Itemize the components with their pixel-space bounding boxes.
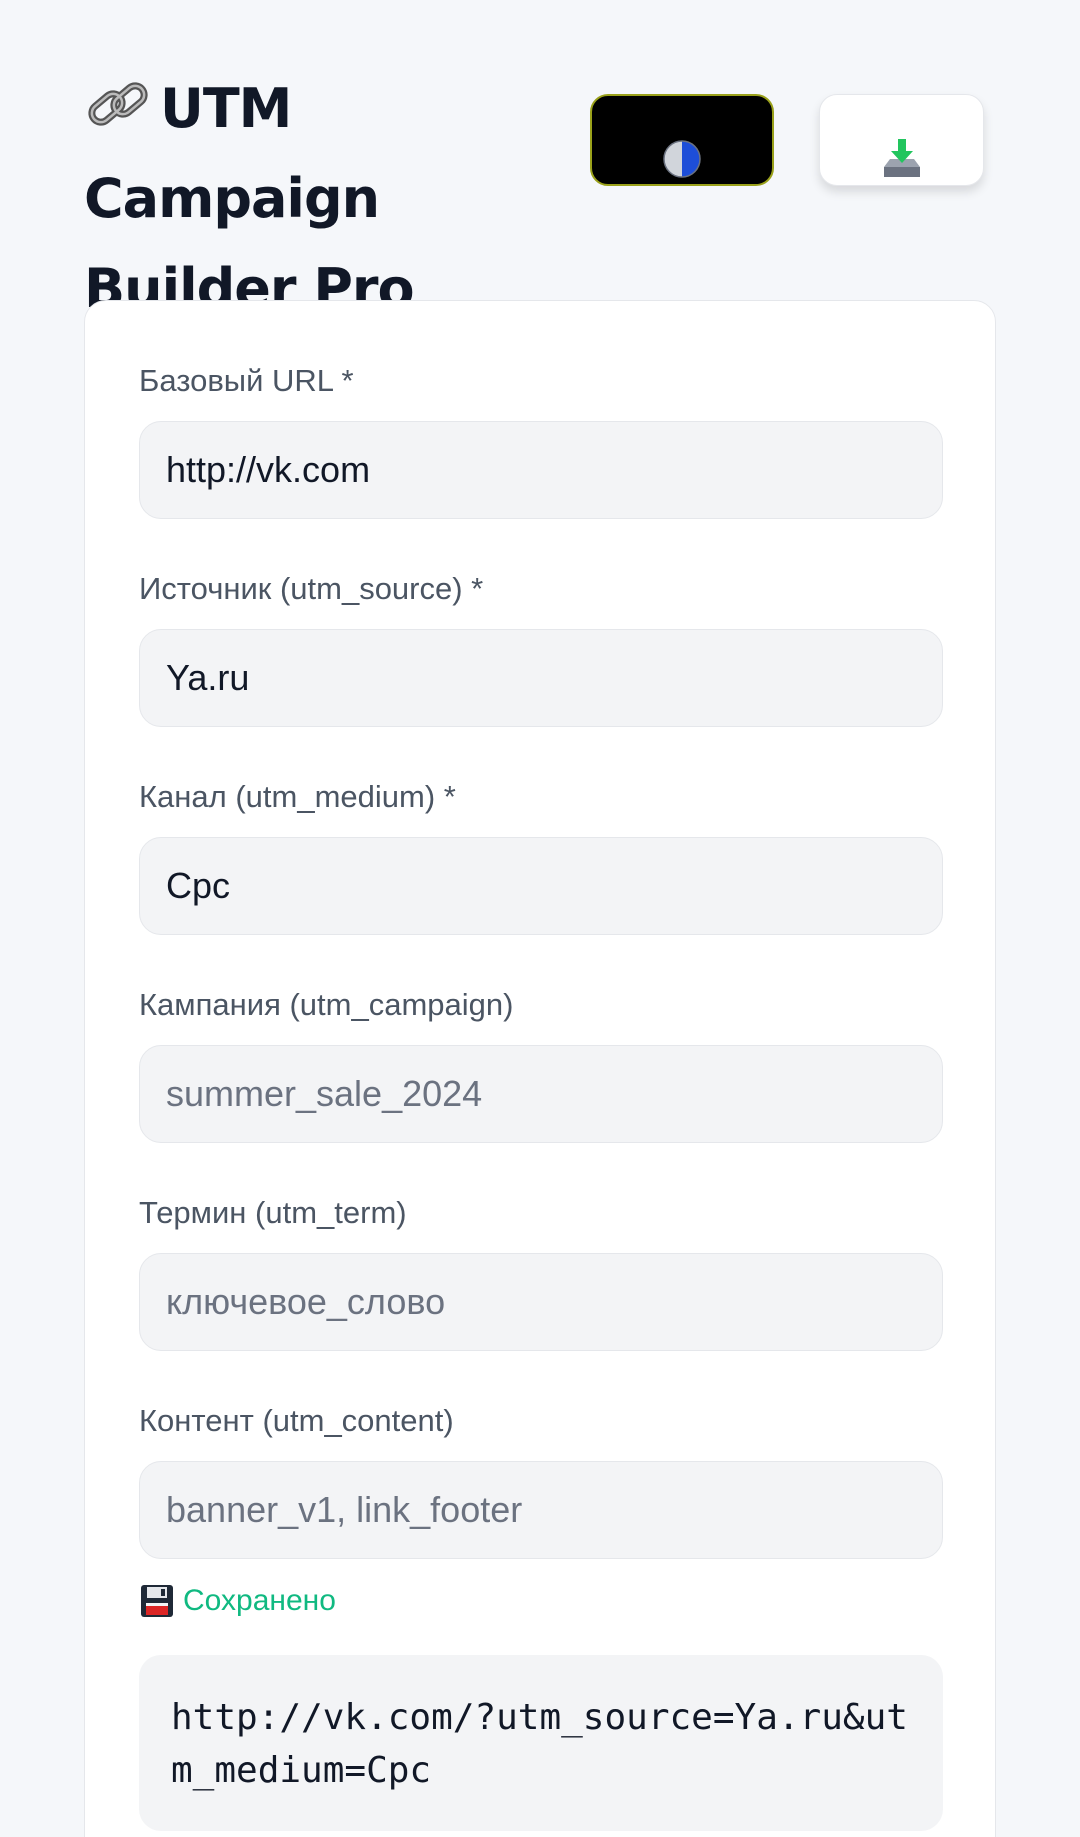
utm-medium-label: Канал (utm_medium) * bbox=[139, 779, 456, 814]
save-status-text: Сохранено bbox=[183, 1584, 336, 1617]
utm-source-input[interactable] bbox=[139, 629, 943, 727]
utm-term-field: Термин (utm_term) bbox=[139, 1193, 943, 1351]
theme-toggle-button[interactable] bbox=[590, 94, 774, 186]
page-title: UTM Campaign Builder Pro bbox=[84, 64, 564, 334]
base-url-input[interactable] bbox=[139, 421, 943, 519]
utm-campaign-input[interactable] bbox=[139, 1045, 943, 1143]
utm-medium-input[interactable] bbox=[139, 837, 943, 935]
utm-medium-field: Канал (utm_medium) * bbox=[139, 777, 943, 935]
utm-campaign-label: Кампания (utm_campaign) bbox=[139, 987, 514, 1022]
utm-term-label: Термин (utm_term) bbox=[139, 1195, 407, 1230]
page: UTM Campaign Builder Pro Базовый URL * И… bbox=[0, 0, 1080, 1837]
utm-campaign-field: Кампания (utm_campaign) bbox=[139, 985, 943, 1143]
utm-form-card: Базовый URL * Источник (utm_source) * Ка… bbox=[84, 300, 996, 1837]
utm-content-field: Контент (utm_content) bbox=[139, 1401, 943, 1559]
base-url-field: Базовый URL * bbox=[139, 361, 943, 519]
header: UTM Campaign Builder Pro bbox=[84, 64, 996, 320]
floppy-disk-icon bbox=[141, 1585, 173, 1617]
generated-url-output[interactable]: http://vk.com/?utm_source=Ya.ru&utm_medi… bbox=[139, 1655, 943, 1831]
utm-source-label: Источник (utm_source) * bbox=[139, 571, 484, 606]
base-url-label: Базовый URL * bbox=[139, 363, 354, 398]
download-tray-icon bbox=[883, 139, 920, 177]
utm-content-label: Контент (utm_content) bbox=[139, 1403, 454, 1438]
export-button[interactable] bbox=[819, 94, 984, 186]
utm-content-input[interactable] bbox=[139, 1461, 943, 1559]
utm-source-field: Источник (utm_source) * bbox=[139, 569, 943, 727]
save-status: Сохранено bbox=[139, 1581, 336, 1621]
half-circle-icon bbox=[663, 140, 701, 178]
link-icon bbox=[88, 82, 148, 126]
utm-term-input[interactable] bbox=[139, 1253, 943, 1351]
